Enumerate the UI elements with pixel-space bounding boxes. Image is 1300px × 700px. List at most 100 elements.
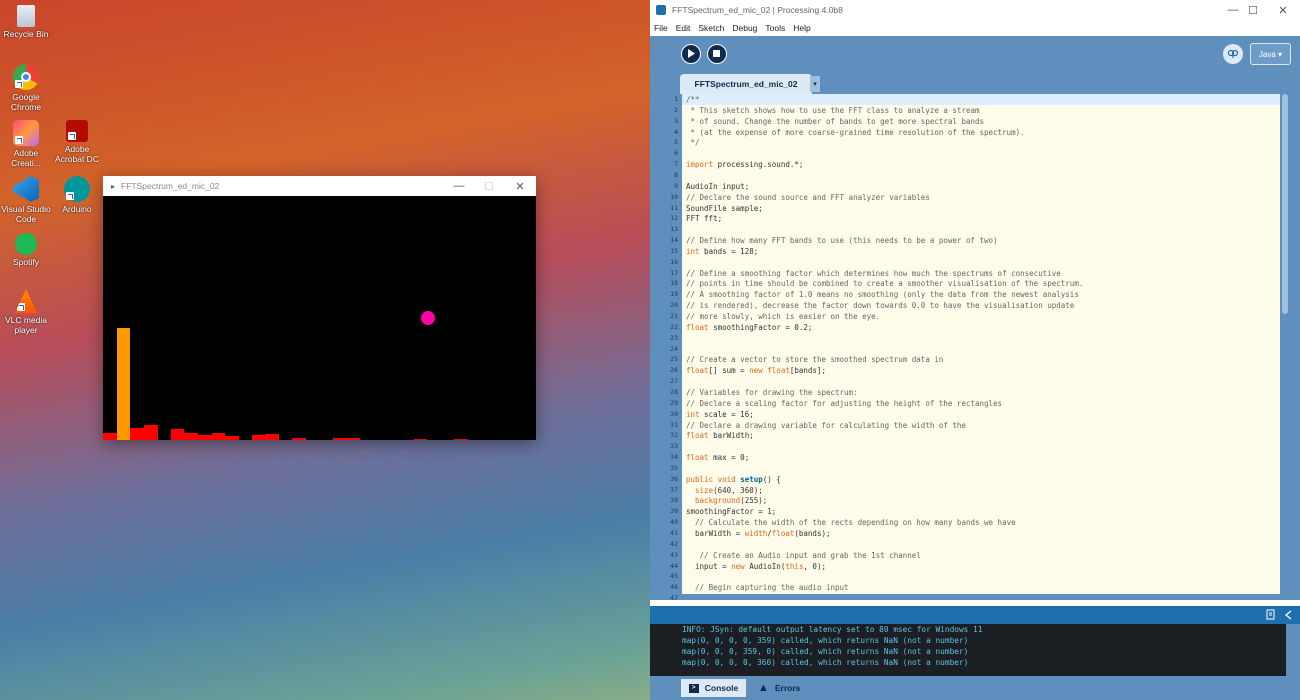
desktop-icon-vscode[interactable]: Visual Studio Code: [1, 176, 51, 224]
code-line: // Calculate the width of the rects depe…: [686, 518, 1016, 528]
console-scrollbar-track[interactable]: [1286, 624, 1300, 676]
console-tabs: > Console ▲ Errors: [650, 676, 1300, 700]
line-number-gutter: 1 2 3 4 5 6 7 8 9 10 11 12 13 14 15 16 17 18 19 20 21 22 23 24 2…: [650, 94, 682, 602]
line-number: 35: [670, 463, 678, 472]
collapse-console-icon[interactable]: [1284, 610, 1293, 620]
play-icon: [688, 49, 695, 58]
acrobat-icon: [66, 120, 88, 142]
vlc-icon: [15, 289, 37, 313]
desktop-icon-google-chrome[interactable]: Google Chrome: [1, 64, 51, 112]
minimize-button[interactable]: —: [444, 176, 474, 196]
menu-sketch[interactable]: Sketch: [698, 23, 724, 33]
line-number: 47: [670, 594, 678, 603]
spectrum-bar: [346, 438, 360, 440]
line-number: 28: [670, 387, 678, 396]
line-number: 10: [670, 192, 678, 201]
tab-menu-dropdown[interactable]: ▾: [810, 76, 820, 92]
line-number: 24: [670, 344, 678, 353]
code-area[interactable]: /** * This sketch shows how to use the F…: [682, 94, 1280, 594]
code-line: // points in time should be combined to …: [686, 279, 1084, 289]
editor-tabs: FFTSpectrum_ed_mic_02 ▾: [650, 72, 1300, 94]
code-line: int scale = 16;: [686, 409, 754, 419]
line-number: 38: [670, 496, 678, 505]
line-number: 13: [670, 225, 678, 234]
code-line: // Create a vector to store the smoothed…: [686, 355, 944, 365]
desktop-icon-label: Recycle Bin: [3, 29, 49, 39]
ide-maximize-button[interactable]: ☐: [1236, 0, 1270, 20]
code-line: float barWidth;: [686, 431, 754, 441]
code-line: // Declare the sound source and FFT anal…: [686, 192, 930, 202]
spectrum-bar: [144, 425, 158, 440]
mode-selector[interactable]: Java ▾: [1250, 43, 1291, 65]
spectrum-canvas: [103, 196, 536, 440]
menu-tools[interactable]: Tools: [765, 23, 785, 33]
line-number: 43: [670, 550, 678, 559]
recycle-bin-icon: [17, 5, 35, 27]
run-button[interactable]: [681, 44, 701, 64]
spectrum-bar: [103, 433, 117, 440]
console-line: INFO: JSyn: default output latency set t…: [682, 625, 983, 634]
stop-button[interactable]: [707, 44, 727, 64]
tab-errors[interactable]: ▲ Errors: [758, 679, 818, 697]
desktop-icon-label: VLC media player: [4, 315, 48, 335]
processing-ide-window: FFTSpectrum_ed_mic_02 | Processing 4.0b8…: [650, 0, 1300, 700]
tab-fftspectrum[interactable]: FFTSpectrum_ed_mic_02: [680, 74, 812, 94]
line-number: 5: [674, 138, 678, 147]
desktop-icon-label: Arduino: [62, 204, 92, 214]
desktop-icon-spotify[interactable]: Spotify: [1, 233, 51, 267]
menu-bar: File Edit Sketch Debug Tools Help: [650, 20, 1300, 36]
console-line: map(0, 0, 0, 359, 0) called, which retur…: [682, 647, 969, 656]
debugger-button[interactable]: [1223, 44, 1243, 64]
chrome-icon: [13, 64, 39, 90]
copy-icon[interactable]: [1266, 609, 1276, 620]
spectrum-bar: [252, 435, 265, 440]
code-line: // Declare a scaling factor for adjustin…: [686, 398, 1003, 408]
butterfly-icon: [1227, 49, 1239, 58]
desktop-icon-adobe-acrobat[interactable]: Adobe Acrobat DC: [52, 120, 102, 164]
line-number: 41: [670, 529, 678, 537]
console-tab-label: Console: [704, 683, 739, 693]
adobe-creative-cloud-icon: [13, 120, 39, 146]
close-button[interactable]: ✕: [505, 176, 535, 196]
console-output: INFO: JSyn: default output latency set t…: [650, 624, 1286, 676]
editor-scrollbar[interactable]: [1282, 94, 1288, 314]
code-line: // A smoothing factor of 1.0 means no sm…: [686, 290, 1079, 300]
line-number: 19: [670, 290, 678, 299]
errors-tab-label: Errors: [774, 683, 801, 693]
maximize-button[interactable]: ☐: [474, 176, 504, 196]
code-line: /**: [686, 95, 700, 104]
code-line: input = new AudioIn(this, 0);: [686, 561, 826, 571]
desktop-icon-label: Adobe Creati...: [11, 148, 41, 168]
desktop-icon-arduino[interactable]: Arduino: [52, 176, 102, 214]
line-number: 36: [670, 474, 678, 483]
menu-help[interactable]: Help: [793, 23, 810, 33]
ide-titlebar[interactable]: FFTSpectrum_ed_mic_02 | Processing 4.0b8: [650, 0, 1300, 20]
menu-file[interactable]: File: [654, 23, 668, 33]
code-line: // Define a smoothing factor which deter…: [686, 268, 1061, 278]
arduino-icon: [64, 176, 90, 202]
spectrum-bar: [171, 429, 184, 440]
spectrum-bar: [130, 428, 144, 440]
line-number: 12: [670, 214, 678, 223]
spectrum-bar: [184, 433, 198, 440]
menu-debug[interactable]: Debug: [732, 23, 757, 33]
line-number: 45: [670, 572, 678, 581]
menu-edit[interactable]: Edit: [676, 23, 691, 33]
desktop-icon-vlc[interactable]: VLC media player: [1, 289, 51, 335]
line-number: 7: [674, 160, 678, 169]
code-line: AudioIn input;: [686, 181, 750, 191]
code-line: float max = 0;: [686, 453, 750, 463]
line-number: 3: [674, 116, 678, 125]
ide-close-button[interactable]: ✕: [1266, 0, 1300, 20]
desktop-icon-recycle-bin[interactable]: Recycle Bin: [1, 5, 51, 39]
line-number: 27: [670, 377, 678, 386]
tab-console[interactable]: > Console: [681, 679, 746, 697]
code-line: * (at the expense of more coarse-grained…: [686, 127, 1025, 137]
desktop-icon-adobe-creative-cloud[interactable]: Adobe Creati...: [1, 120, 51, 168]
